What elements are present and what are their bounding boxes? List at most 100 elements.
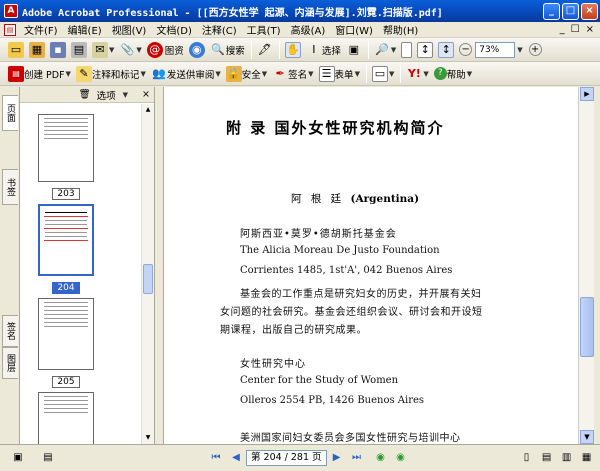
create-pdf-button[interactable]: ▤ 创建 PDF ▼	[6, 64, 73, 84]
tab-layers[interactable]: 图层	[2, 347, 18, 379]
zoom-level-input[interactable]: 73%	[475, 41, 516, 58]
save-icon: ▪	[50, 41, 66, 58]
chevron-down-icon[interactable]: ▼	[123, 91, 128, 99]
sign-label: 签名	[288, 69, 308, 81]
thumbnails-scrollbar[interactable]: ▲ ▼	[141, 104, 154, 444]
minimize-button[interactable]: _	[543, 2, 560, 20]
scroll-up-icon[interactable]: ▶	[580, 87, 594, 101]
fit-width-icon: ↕	[438, 41, 455, 58]
single-page-layout-icon[interactable]: ▯	[519, 450, 535, 466]
thumbnail-label-204[interactable]: 204	[52, 282, 80, 294]
zoom-tool-button[interactable]: 🔎 ▼	[372, 40, 398, 60]
doc-restore-button[interactable]: ☐	[571, 24, 580, 35]
help-icon: ?	[433, 67, 447, 80]
doc-close-button[interactable]: ×	[586, 24, 594, 35]
zoom-out-button[interactable]: −	[457, 40, 474, 60]
doc-line: 女问题的社会研究。基金会还组织会议、研讨会和开设短	[220, 307, 483, 318]
scroll-down-icon[interactable]: ▼	[142, 432, 154, 444]
doc-minimize-button[interactable]: _	[560, 24, 565, 35]
next-view-button[interactable]: ◉	[393, 450, 409, 466]
save-button[interactable]: ▪	[48, 40, 68, 60]
screen-icon[interactable]: ▣	[10, 450, 26, 466]
close-panel-button[interactable]: ×	[142, 89, 150, 100]
document-icon[interactable]: ▤	[4, 23, 16, 36]
menu-help[interactable]: 帮助(H)	[378, 22, 423, 37]
menu-comments[interactable]: 注释(C)	[197, 22, 242, 37]
print-button[interactable]: ▤	[69, 40, 89, 60]
tab-bookmarks[interactable]: 书签	[2, 169, 18, 205]
continuous-facing-layout-icon[interactable]: ▦	[579, 450, 595, 466]
yahoo-icon: Y!	[407, 67, 421, 80]
fit-page-button[interactable]: ↕	[415, 40, 435, 60]
thumbnail-page-206[interactable]	[38, 392, 94, 444]
attach-button[interactable]: 📎 ▼	[117, 40, 143, 60]
maximize-button[interactable]: □	[562, 2, 579, 20]
binoculars-icon: 🔍	[210, 43, 225, 56]
yahoo-button[interactable]: Y! ▼	[404, 64, 430, 84]
thumbnail-page-205[interactable]	[38, 298, 94, 370]
pages-button[interactable]: ▭ ▼	[370, 64, 396, 84]
document-scroll-thumb[interactable]	[580, 297, 594, 357]
typewriter-button[interactable]: 🖋	[255, 40, 275, 60]
web-button[interactable]: @ 图资	[145, 40, 186, 60]
page-title: 附 录 国外女性研究机构简介	[226, 119, 445, 137]
options-menu[interactable]: 选项	[97, 88, 116, 102]
open-button[interactable]: ▭	[6, 40, 26, 60]
facing-layout-icon[interactable]: ▥	[559, 450, 575, 466]
send-review-button[interactable]: 👥 发送供审阅 ▼	[149, 64, 223, 84]
menu-window[interactable]: 窗口(W)	[330, 22, 378, 37]
select-tool-button[interactable]: Ⅰ 选择	[304, 40, 343, 60]
zoom-in-button[interactable]: +	[527, 40, 544, 60]
thumbnail-page-204[interactable]	[38, 204, 94, 276]
globe-icon: ◉	[188, 41, 205, 58]
zoom-dropdown-icon[interactable]: ▼	[517, 46, 522, 54]
comment-markup-button[interactable]: ✎ 注释和标记 ▼	[74, 64, 148, 84]
doc-line: 阿斯西亚•莫罗•德胡斯托基金会	[240, 229, 397, 240]
previous-page-button[interactable]: ◀	[228, 450, 244, 466]
hand-tool-button[interactable]: ✋	[283, 40, 303, 60]
forms-button[interactable]: ☰ 表单 ▼	[317, 64, 362, 84]
menu-file[interactable]: 文件(F)	[19, 22, 63, 37]
document-properties-icon[interactable]: ▤	[40, 450, 56, 466]
menu-document[interactable]: 文档(D)	[151, 22, 197, 37]
tab-signatures[interactable]: 签名	[2, 315, 18, 347]
secure-button[interactable]: 🔒 安全 ▼	[224, 64, 269, 84]
globe-button[interactable]: ◉	[187, 40, 207, 60]
organizer-button[interactable]: ▦	[27, 40, 47, 60]
page-number-input[interactable]: 第 204 / 281 页	[246, 450, 327, 466]
thumbnail-label-203[interactable]: 203	[52, 188, 80, 200]
sign-button[interactable]: ✒ 签名 ▼	[270, 64, 315, 84]
pane-splitter[interactable]	[155, 87, 164, 444]
tab-pages[interactable]: 页面	[2, 95, 18, 131]
thumbnails-scroll-thumb[interactable]	[143, 264, 153, 294]
create-pdf-label: 创建 PDF	[24, 69, 65, 81]
menu-tools[interactable]: 工具(T)	[242, 22, 286, 37]
close-button[interactable]: ×	[581, 2, 598, 20]
scroll-up-icon[interactable]: ▲	[142, 104, 154, 116]
window-title: Adobe Acrobat Professional - [[西方女性学 起源、…	[22, 7, 443, 19]
email-button[interactable]: ✉ ▼	[90, 40, 116, 60]
menu-advanced[interactable]: 高级(A)	[286, 22, 331, 37]
document-scrollbar[interactable]: ▶ ▼	[578, 87, 594, 444]
doc-line: 女性研究中心	[240, 359, 306, 370]
menu-view[interactable]: 视图(V)	[107, 22, 152, 37]
scroll-down-icon[interactable]: ▼	[580, 430, 594, 444]
trash-icon[interactable]: 🗑	[79, 89, 91, 100]
document-view[interactable]: 附 录 国外女性研究机构简介 阿 根 廷 (Argentina) 阿斯西亚•莫罗…	[164, 87, 578, 444]
forms-icon: ☰	[318, 65, 335, 82]
search-label: 搜索	[225, 45, 245, 57]
search-button[interactable]: 🔍 搜索	[208, 40, 247, 60]
continuous-layout-icon[interactable]: ▤	[539, 450, 555, 466]
menu-edit[interactable]: 编辑(E)	[63, 22, 107, 37]
actual-size-button[interactable]	[399, 40, 414, 60]
thumbnail-label-205[interactable]: 205	[52, 376, 80, 388]
snapshot-button[interactable]: ▣	[344, 40, 364, 60]
thumbnail-page-203[interactable]	[38, 114, 94, 182]
navigation-pane-tabs: 页面 书签 签名 图层	[0, 87, 20, 444]
last-page-button[interactable]: ⏭	[349, 450, 365, 466]
first-page-button[interactable]: ⏮	[208, 450, 224, 466]
help-button[interactable]: ? 帮助 ▼	[432, 64, 474, 84]
fit-width-button[interactable]: ↕	[436, 40, 456, 60]
next-page-button[interactable]: ▶	[329, 450, 345, 466]
previous-view-button[interactable]: ◉	[373, 450, 389, 466]
